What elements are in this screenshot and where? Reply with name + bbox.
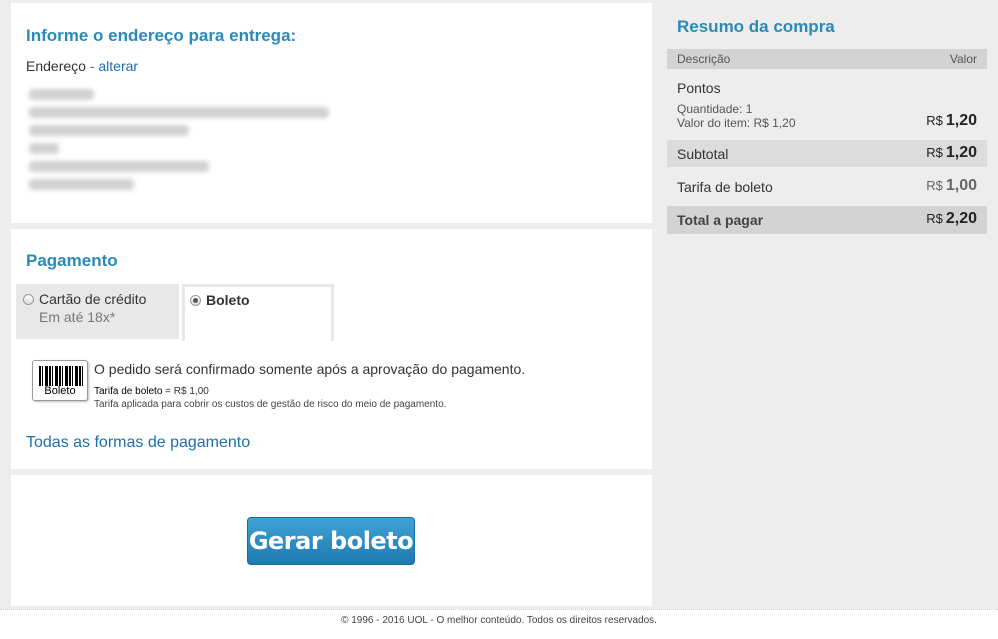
left-column: Informe o endereço para entrega: Endereç… <box>3 3 658 606</box>
summary-col-value: Valor <box>949 52 977 66</box>
subtotal-amount: 1,20 <box>945 144 977 161</box>
credit-card-label: Cartão de crédito <box>39 291 147 307</box>
all-payment-methods-link[interactable]: Todas as formas de pagamento <box>26 434 250 452</box>
address-label: Endereço <box>26 58 86 74</box>
item-name: Pontos <box>677 80 721 96</box>
boleto-fee-line: Tarifa de boleto = R$ 1,00 <box>94 386 209 397</box>
address-title: Informe o endereço para entrega: <box>26 26 297 45</box>
payment-panel: Pagamento Cartão de crédito Em até 18x* … <box>11 229 652 469</box>
payment-confirmation-message: O pedido será confirmado somente após a … <box>94 361 526 377</box>
credit-card-radio[interactable] <box>23 294 34 305</box>
summary-fee-row: Tarifa de boleto R$ 1,00 <box>667 172 987 202</box>
item-currency: R$ <box>926 113 943 128</box>
item-unit-value: Valor do item: R$ 1,20 <box>677 116 796 130</box>
footer: © 1996 - 2016 UOL - O melhor conteúdo. T… <box>0 609 998 639</box>
fee-currency: R$ <box>926 178 943 193</box>
barcode-icon-label: Boleto <box>44 385 76 397</box>
boleto-fee-label: Tarifa de boleto <box>94 386 163 397</box>
boleto-label: Boleto <box>206 292 250 308</box>
summary-total-row: Total a pagar R$ 2,20 <box>667 206 987 234</box>
credit-card-installments: Em até 18x* <box>39 309 116 325</box>
boleto-fee-value: = R$ 1,00 <box>162 386 209 397</box>
summary-subtotal-row: Subtotal R$ 1,20 <box>667 140 987 167</box>
total-currency: R$ <box>926 211 943 226</box>
item-amount: 1,20 <box>945 112 977 129</box>
boleto-radio[interactable] <box>190 295 201 306</box>
summary-title: Resumo da compra <box>677 17 835 36</box>
action-panel: Gerar boleto <box>11 475 652 606</box>
address-details-redacted <box>29 89 339 197</box>
footer-copyright: © 1996 - 2016 UOL - O melhor conteúdo. T… <box>341 615 657 626</box>
payment-title: Pagamento <box>26 251 118 270</box>
summary-item-row: Pontos Quantidade: 1 Valor do item: R$ 1… <box>667 69 987 139</box>
address-separator: - <box>85 58 99 74</box>
address-panel: Informe o endereço para entrega: Endereç… <box>11 3 652 223</box>
barcode-icon: Boleto <box>32 360 88 401</box>
fee-label: Tarifa de boleto <box>677 179 773 195</box>
fee-amount: 1,00 <box>945 177 977 194</box>
tab-boleto[interactable]: Boleto <box>182 284 334 341</box>
checkout-page: Informe o endereço para entrega: Endereç… <box>0 0 998 606</box>
subtotal-label: Subtotal <box>677 146 729 162</box>
summary-col-description: Descrição <box>677 52 731 66</box>
total-label: Total a pagar <box>677 212 764 228</box>
summary-header: Descrição Valor <box>667 49 987 69</box>
total-amount: 2,20 <box>945 210 977 227</box>
item-quantity: Quantidade: 1 <box>677 102 753 116</box>
change-address-link[interactable]: alterar <box>98 58 138 74</box>
boleto-fee-note: Tarifa aplicada para cobrir os custos de… <box>94 399 447 410</box>
address-line: Endereço - alterar <box>26 58 138 74</box>
tab-credit-card[interactable]: Cartão de crédito Em até 18x* <box>16 284 179 339</box>
generate-boleto-button[interactable]: Gerar boleto <box>247 517 415 565</box>
subtotal-currency: R$ <box>926 145 943 160</box>
